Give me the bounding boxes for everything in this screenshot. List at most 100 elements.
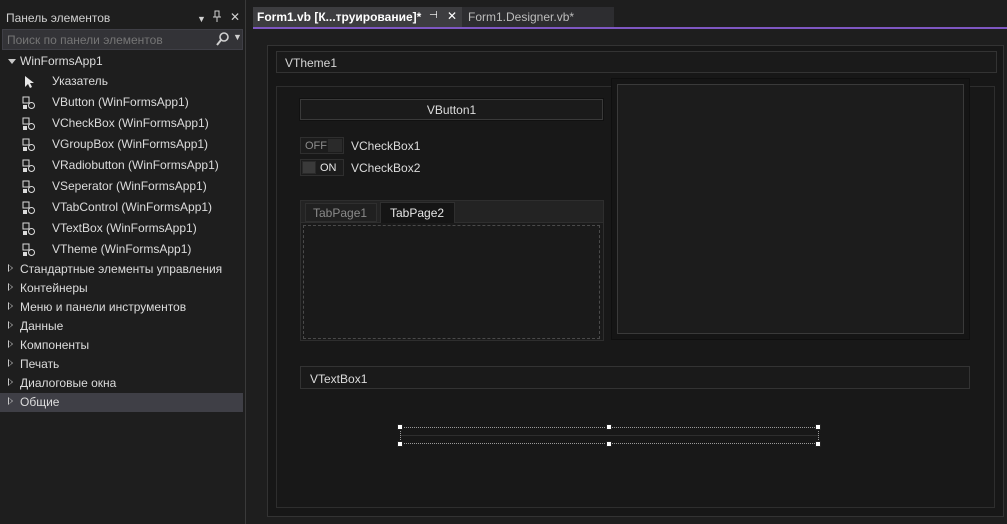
group-label: Меню и панели инструментов [20,300,187,314]
tab-label: Form1.Designer.vb* [468,10,575,24]
form-title: VTheme1 [285,56,338,70]
toolbox-item-label: Указатель [52,74,108,88]
tab-label: Form1.vb [К...труирование]* [257,10,422,24]
toolbox-item-label: VCheckBox (WinFormsApp1) [52,116,209,130]
vcheckbox2-toggle[interactable]: ON [300,159,344,176]
resize-handle[interactable] [397,424,403,430]
pin-icon[interactable] [212,10,222,26]
expand-icon[interactable] [8,59,16,64]
vbutton-control[interactable]: VButton1 [299,98,604,121]
toolbox-panel: Панель элементов ▼ ✕ ▼ WinFormsApp1 Указ… [0,0,246,524]
group-components[interactable]: Компоненты [0,336,245,355]
group-standard-controls[interactable]: Стандартные элементы управления [0,260,245,279]
group-label: Общие [20,395,60,409]
toolbox-item-vtextbox[interactable]: VTextBox (WinFormsApp1) [0,218,245,239]
collapse-arrow-icon[interactable] [8,359,13,367]
toolbox-item-vgroupbox[interactable]: VGroupBox (WinFormsApp1) [0,134,245,155]
resize-handle[interactable] [606,424,612,430]
resize-handle[interactable] [397,441,403,447]
component-icon [22,180,35,193]
pointer-icon [25,76,34,88]
vcheckbox2-label[interactable]: VCheckBox2 [351,161,420,175]
toolbox-item-label: VTabControl (WinFormsApp1) [52,200,213,214]
toolbox-item-vtheme[interactable]: VTheme (WinFormsApp1) [0,239,245,260]
collapse-arrow-icon[interactable] [8,340,13,348]
toolbox-item-label: VButton (WinFormsApp1) [52,95,189,109]
close-icon[interactable]: ✕ [447,9,457,23]
component-icon [22,96,35,109]
tab-label: TabPage2 [390,206,445,220]
collapse-arrow-icon[interactable] [8,283,13,291]
toolbox-item-label: VTheme (WinFormsApp1) [52,242,192,256]
component-icon [22,159,35,172]
toggle-state: ON [320,162,337,174]
group-label: Печать [20,357,60,371]
group-menus-toolbars[interactable]: Меню и панели инструментов [0,298,245,317]
group-label: Контейнеры [20,281,88,295]
toolbox-header: Панель элементов ▼ ✕ [0,8,246,28]
toggle-state: OFF [305,140,327,152]
tab-form1-design[interactable]: Form1.vb [К...труирование]* ⊣ ✕ [253,7,462,27]
collapse-arrow-icon[interactable] [8,378,13,386]
search-icon[interactable] [216,31,230,47]
group-label: Компоненты [20,338,90,352]
toolbox-item-label: VGroupBox (WinFormsApp1) [52,137,209,151]
toolbox-list: WinFormsApp1 Указатель VButton (WinForms… [0,52,245,412]
toggle-knob [328,139,342,152]
collapse-arrow-icon[interactable] [8,321,13,329]
search-options-icon[interactable]: ▼ [233,32,242,42]
vgroupbox-control[interactable] [611,78,970,340]
component-icon [22,117,35,130]
component-icon [22,138,35,151]
group-general[interactable]: Общие [0,393,243,412]
toolbox-item-vradiobutton[interactable]: VRadiobutton (WinFormsApp1) [0,155,245,176]
tab-tabpage1[interactable]: TabPage1 [305,203,377,222]
toolbox-item-vbutton[interactable]: VButton (WinFormsApp1) [0,92,245,113]
toolbox-item-label: VRadiobutton (WinFormsApp1) [52,158,219,172]
search-input[interactable] [7,33,207,47]
vtextbox-control[interactable]: VTextBox1 [300,366,970,389]
group-data[interactable]: Данные [0,317,245,336]
group-printing[interactable]: Печать [0,355,245,374]
close-icon[interactable]: ✕ [230,10,240,24]
tab-page-body[interactable] [303,225,600,339]
collapse-arrow-icon[interactable] [8,264,13,272]
groupbox-inner [617,84,964,334]
toolbox-search[interactable]: ▼ [2,29,243,50]
vtheme-titlebar[interactable]: VTheme1 [276,51,997,73]
dropdown-icon[interactable]: ▼ [197,12,206,26]
collapse-arrow-icon[interactable] [8,302,13,310]
vcheckbox1-label[interactable]: VCheckBox1 [351,139,420,153]
tab-header: TabPage1 TabPage2 [301,201,603,223]
textbox-value: VTextBox1 [310,372,368,386]
group-label: WinFormsApp1 [20,54,103,68]
pin-icon[interactable]: ⊣ [429,10,438,21]
toolbox-item-label: VTextBox (WinFormsApp1) [52,221,197,235]
component-icon [22,222,35,235]
collapse-arrow-icon[interactable] [8,397,13,405]
toggle-knob [302,161,316,174]
toolbox-item-label: VSeperator (WinFormsApp1) [52,179,207,193]
tab-form1-designer-vb[interactable]: Form1.Designer.vb* [462,7,614,27]
toolbox-item-pointer[interactable]: Указатель [0,71,245,92]
component-icon [22,243,35,256]
vtabcontrol[interactable]: TabPage1 TabPage2 [300,200,604,341]
group-project[interactable]: WinFormsApp1 [0,52,245,71]
tab-label: TabPage1 [313,206,368,220]
resize-handle[interactable] [815,441,821,447]
toolbox-item-vseperator[interactable]: VSeperator (WinFormsApp1) [0,176,245,197]
group-label: Стандартные элементы управления [20,262,223,276]
vcheckbox1-toggle[interactable]: OFF [300,137,344,154]
group-dialogs[interactable]: Диалоговые окна [0,374,245,393]
tab-tabpage2[interactable]: TabPage2 [380,202,455,223]
resize-handle[interactable] [815,424,821,430]
toolbox-item-vtabcontrol[interactable]: VTabControl (WinFormsApp1) [0,197,245,218]
separator-line [401,435,818,436]
resize-handle[interactable] [606,441,612,447]
group-label: Диалоговые окна [20,376,117,390]
group-label: Данные [20,319,64,333]
toolbox-title: Панель элементов [6,11,111,25]
button-label: VButton1 [426,103,477,117]
group-containers[interactable]: Контейнеры [0,279,245,298]
toolbox-item-vcheckbox[interactable]: VCheckBox (WinFormsApp1) [0,113,245,134]
